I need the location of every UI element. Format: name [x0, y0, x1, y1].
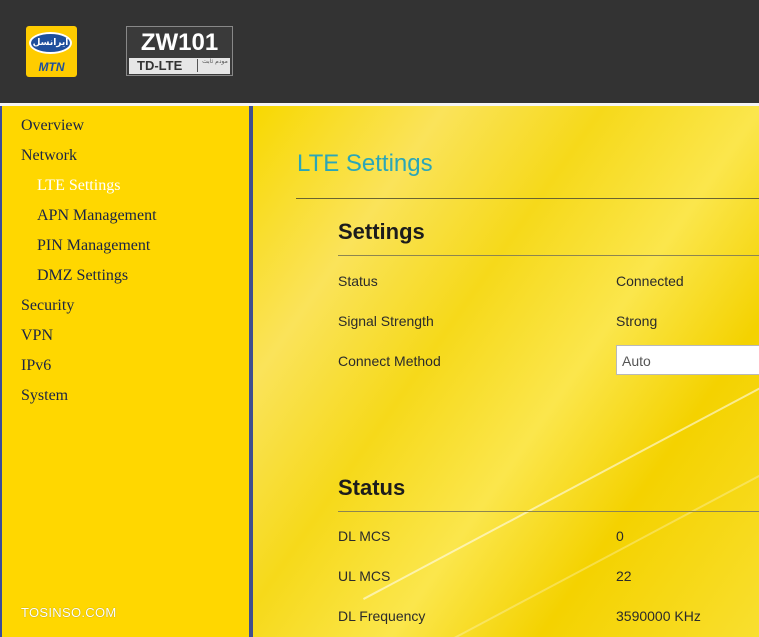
sidebar-item-overview[interactable]: Overview: [21, 116, 84, 136]
model-separator: [197, 59, 198, 72]
sidebar-item-ipv6[interactable]: IPv6: [21, 356, 51, 376]
settings-divider: [338, 255, 759, 256]
connect-method-select[interactable]: Auto: [616, 345, 759, 375]
status-divider: [338, 511, 759, 512]
connect-method-value: Auto: [622, 353, 651, 369]
ul-mcs-value: 22: [616, 568, 632, 584]
logo-oval: ایرانسل: [29, 32, 72, 54]
page-title: LTE Settings: [297, 150, 433, 177]
sidebar-item-security[interactable]: Security: [21, 296, 74, 316]
mtn-irancell-logo: ایرانسل MTN: [26, 26, 77, 77]
dl-frequency-label: DL Frequency: [338, 608, 426, 624]
dl-frequency-value: 3590000 KHz: [616, 608, 701, 624]
sidebar-item-network[interactable]: Network: [21, 146, 77, 166]
status-value: Connected: [616, 273, 684, 289]
logo-arabic-text: ایرانسل: [32, 38, 69, 48]
background-streak: [432, 404, 759, 637]
sidebar-item-dmz-settings[interactable]: DMZ Settings: [37, 266, 128, 286]
status-label: Status: [338, 273, 378, 289]
header-bar: ایرانسل MTN ZW101 TD-LTE مودم ثابت: [0, 0, 759, 103]
model-subtitle-arabic: مودم ثابت: [202, 58, 228, 65]
signal-strength-label: Signal Strength: [338, 313, 434, 329]
signal-strength-value: Strong: [616, 313, 658, 329]
model-name: ZW101: [140, 29, 219, 56]
ul-mcs-label: UL MCS: [338, 568, 391, 584]
sidebar-item-lte-settings[interactable]: LTE Settings: [37, 176, 120, 196]
watermark-text: TOSINSO.COM: [21, 605, 117, 620]
sidebar-item-pin-management[interactable]: PIN Management: [37, 236, 150, 256]
model-badge: ZW101 TD-LTE مودم ثابت: [126, 26, 233, 76]
main-content: LTE Settings Settings Status Connected S…: [253, 106, 759, 637]
sidebar-item-system[interactable]: System: [21, 386, 68, 406]
sidebar: Overview Network LTE Settings APN Manage…: [0, 106, 249, 637]
sidebar-item-apn-management[interactable]: APN Management: [37, 206, 157, 226]
title-divider: [296, 198, 759, 199]
dl-mcs-value: 0: [616, 528, 624, 544]
sidebar-item-vpn[interactable]: VPN: [21, 326, 53, 346]
dl-mcs-label: DL MCS: [338, 528, 391, 544]
background-streak: [362, 354, 759, 600]
model-strip: TD-LTE مودم ثابت: [129, 58, 230, 74]
model-subtitle: TD-LTE: [137, 58, 183, 73]
settings-section-title: Settings: [338, 219, 425, 244]
connect-method-label: Connect Method: [338, 353, 441, 369]
logo-mtn-text: MTN: [38, 60, 65, 74]
status-section-title: Status: [338, 475, 406, 500]
